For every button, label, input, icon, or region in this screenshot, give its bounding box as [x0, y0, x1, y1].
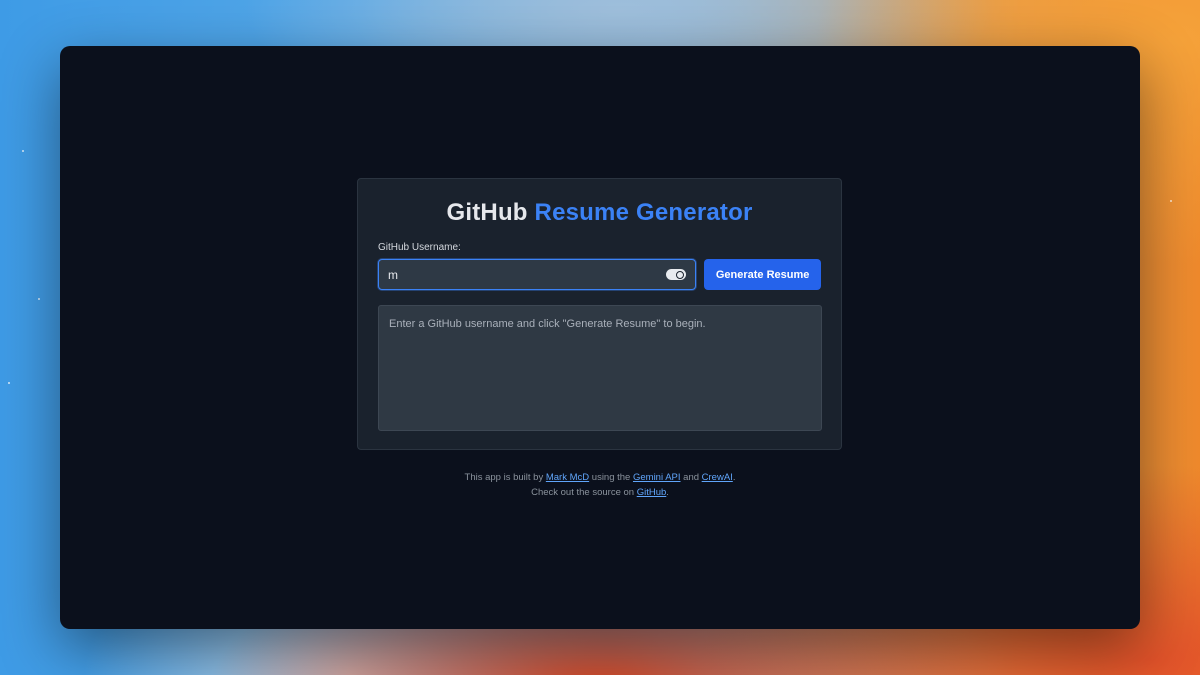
footer-text: . [732, 472, 736, 483]
username-label: GitHub Username: [378, 242, 461, 253]
github-source-link[interactable]: GitHub [637, 487, 667, 498]
footer-text: Check out the source on [531, 487, 637, 498]
footer-text: This app is built by [464, 472, 546, 483]
app-window: GitHub Resume Generator GitHub Username:… [60, 46, 1140, 629]
output-placeholder: Enter a GitHub username and click "Gener… [389, 318, 706, 330]
star-decoration [38, 298, 40, 300]
footer-text: using the [589, 472, 633, 483]
star-decoration [22, 150, 24, 152]
crewai-link[interactable]: CrewAI [702, 472, 733, 483]
footer-text: . [666, 487, 669, 498]
star-decoration [8, 382, 10, 384]
footer-line-1: This app is built by Mark McD using the … [60, 470, 1140, 485]
username-input[interactable] [379, 260, 696, 289]
footer: This app is built by Mark McD using the … [60, 470, 1140, 500]
password-manager-icon[interactable] [666, 269, 687, 280]
title-github: GitHub [446, 199, 528, 226]
footer-line-2: Check out the source on GitHub. [60, 485, 1140, 500]
footer-text: and [680, 472, 702, 483]
title-resume-generator: Resume Generator [534, 199, 753, 226]
page-title: GitHub Resume Generator [378, 199, 821, 227]
star-decoration [1170, 200, 1172, 202]
gemini-api-link[interactable]: Gemini API [633, 472, 681, 483]
generator-card: GitHub Resume Generator GitHub Username:… [357, 178, 842, 450]
author-link[interactable]: Mark McD [546, 472, 589, 483]
input-row: Generate Resume [378, 259, 821, 290]
resume-output-area: Enter a GitHub username and click "Gener… [378, 305, 822, 431]
generate-resume-button[interactable]: Generate Resume [704, 259, 821, 290]
username-field[interactable] [378, 259, 697, 290]
